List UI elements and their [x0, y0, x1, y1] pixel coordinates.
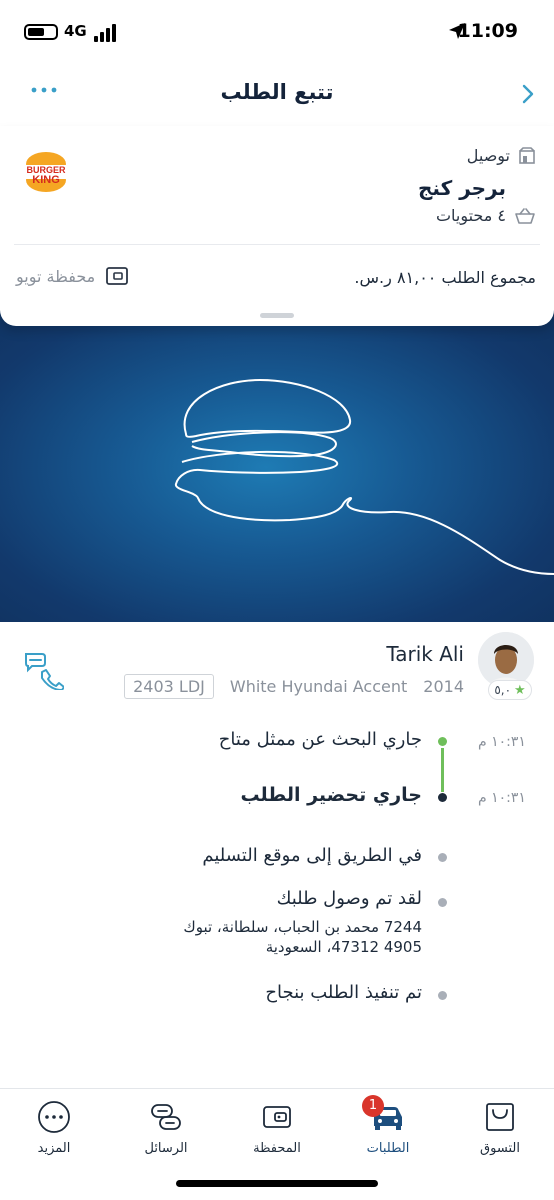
order-total: مجموع الطلب ٨١,٠٠ ر.س. — [354, 268, 536, 287]
burger-line-art — [175, 378, 554, 575]
delivery-address-line2: 4905 47312، السعودية — [265, 938, 422, 956]
step-label: جاري البحث عن ممثل متاح — [218, 729, 422, 750]
step-dot — [438, 853, 447, 862]
divider — [14, 244, 540, 245]
call-message-icon[interactable] — [22, 648, 64, 690]
delivery-type: توصيل — [467, 146, 536, 165]
restaurant-logo: BURGER KING — [24, 152, 68, 192]
order-status-illustration — [0, 300, 554, 622]
tab-label: الطلبات — [366, 1141, 410, 1156]
shopping-bag-icon — [486, 1103, 514, 1131]
messages-icon — [151, 1104, 181, 1130]
wallet-icon — [263, 1106, 291, 1128]
step-dot — [438, 737, 447, 746]
step-dot — [438, 793, 447, 802]
header: تتبع الطلب — [0, 62, 554, 126]
store-icon — [519, 146, 535, 164]
rating-value: ٥,٠ — [494, 683, 512, 697]
step-time: ١٠:٣١ م — [478, 734, 526, 750]
step-label: لقد تم وصول طلبك — [276, 888, 422, 909]
svg-text:KING: KING — [32, 174, 60, 186]
delivery-address-line1: 7244 محمد بن الحباب، سلطانة، تبوك — [183, 918, 422, 936]
step-label: في الطريق إلى موقع التسليم — [202, 845, 422, 866]
payment-method[interactable]: محفظة تويو — [16, 266, 129, 286]
tab-more[interactable]: المزيد — [4, 1097, 104, 1167]
tab-label: الرسائل — [144, 1141, 188, 1156]
order-summary-card: BURGER KING توصيل برجر كنج ٤ محتويات مجم… — [0, 126, 554, 326]
home-indicator — [176, 1180, 378, 1187]
vehicle-info: 2403 LDJ White Hyundai Accent 2014 — [124, 674, 464, 699]
orders-badge: 1 — [362, 1095, 384, 1117]
items-count: ٤ محتويات — [436, 206, 536, 225]
battery-icon — [24, 24, 58, 40]
page-title: تتبع الطلب — [220, 80, 334, 104]
star-icon: ★ — [514, 682, 526, 698]
more-icon — [38, 1101, 70, 1133]
back-chevron-icon[interactable] — [516, 82, 540, 106]
wallet-icon — [106, 267, 129, 285]
items-count-label: ٤ محتويات — [435, 206, 506, 225]
signal-icon — [94, 24, 120, 42]
car-model: White Hyundai Accent — [229, 677, 408, 696]
status-bar: 4G 11:09 — [0, 0, 554, 62]
step-label: جاري تحضير الطلب — [240, 784, 422, 806]
driver-name: Tarik Ali — [386, 642, 464, 666]
delivery-type-label: توصيل — [466, 146, 510, 165]
step-dot — [438, 898, 447, 907]
car-year: 2014 — [423, 677, 464, 696]
tab-shopping[interactable]: التسوق — [450, 1097, 550, 1167]
step-dot — [438, 991, 447, 1000]
clock: 11:09 — [457, 20, 518, 42]
basket-icon — [515, 207, 535, 224]
tab-label: التسوق — [480, 1141, 520, 1156]
driver-rating: ٥,٠ ★ — [488, 680, 532, 700]
step-time: ١٠:٣١ م — [478, 790, 526, 806]
tab-label: المزيد — [37, 1141, 71, 1156]
step-label: تم تنفيذ الطلب بنجاح — [265, 982, 422, 1003]
drag-handle[interactable] — [260, 313, 294, 318]
tab-messages[interactable]: الرسائل — [116, 1097, 216, 1167]
payment-method-label: محفظة تويو — [16, 266, 96, 286]
driver-info: ٥,٠ ★ Tarik Ali 2403 LDJ White Hyundai A… — [0, 622, 554, 712]
tab-wallet[interactable]: المحفظة — [227, 1097, 327, 1167]
license-plate: 2403 LDJ — [124, 674, 214, 699]
network-type: 4G — [64, 22, 87, 40]
order-status-timeline: ١٠:٣١ م جاري البحث عن ممثل متاح ١٠:٣١ م … — [0, 712, 554, 1042]
restaurant-name: برجر كنج — [418, 176, 506, 200]
progress-line — [441, 748, 444, 792]
tab-label: المحفظة — [253, 1141, 301, 1156]
tab-orders[interactable]: 1 الطلبات — [338, 1095, 438, 1167]
